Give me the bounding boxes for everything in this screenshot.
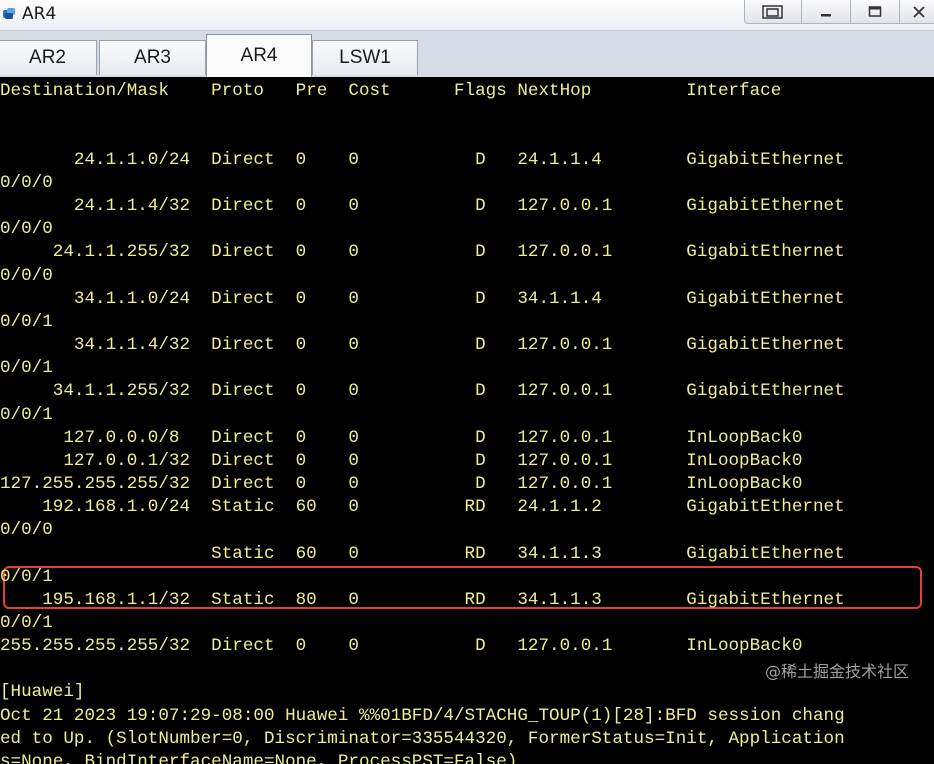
watermark: @稀土掘金技术社区 [765,662,910,681]
terminal-line: 34.1.1.255/32 Direct 0 0 D 127.0.0.1 Gig… [0,381,845,401]
minimize-button[interactable] [801,0,851,24]
close-icon [913,5,925,18]
terminal-line: 0/0/0 [0,219,53,239]
tab-lsw1[interactable]: LSW1 [312,40,418,75]
terminal-line: 24.1.1.4/32 Direct 0 0 D 127.0.0.1 Gigab… [0,196,845,216]
terminal-line: 0/0/1 [0,405,53,425]
window-title: AR4 [22,4,57,24]
terminal-line: 0/0/1 [0,358,53,378]
restore-icon [762,4,783,19]
terminal-line: 0/0/1 [0,567,53,587]
terminal-line: Static 60 0 RD 34.1.1.3 GigabitEthernet [0,544,845,564]
terminal-line: 255.255.255.255/32 Direct 0 0 D 127.0.0.… [0,636,803,656]
terminal-line: 34.1.1.0/24 Direct 0 0 D 34.1.1.4 Gigabi… [0,289,845,309]
terminal-line: 127.0.0.0/8 Direct 0 0 D 127.0.0.1 InLoo… [0,428,803,448]
terminal-line: ed to Up. (SlotNumber=0, Discriminator=3… [0,729,845,749]
device-tab-strip: AR2 AR3 AR4 LSW1 [0,31,934,77]
terminal-line: 0/0/1 [0,312,53,332]
minimize-icon [821,13,831,16]
terminal-line: 0/0/0 [0,266,53,286]
terminal-line: 24.1.1.0/24 Direct 0 0 D 24.1.1.4 Gigabi… [0,150,845,170]
terminal-line: s=None, BindInterfaceName=None, ProcessP… [0,752,518,764]
terminal-line: [Huawei] [0,682,85,702]
title-bar: AR4 [0,0,934,31]
terminal-line: 192.168.1.0/24 Static 60 0 RD 24.1.1.2 G… [0,497,845,517]
tab-ar3[interactable]: AR3 [99,40,206,75]
terminal-line: 0/0/1 [0,613,53,633]
maximize-icon [868,5,882,17]
terminal-line: 24.1.1.255/32 Direct 0 0 D 127.0.0.1 Gig… [0,242,845,262]
tab-ar2[interactable]: AR2 [0,40,97,75]
terminal-line: 0/0/0 [0,173,53,193]
restore-button[interactable] [744,0,802,24]
terminal-line: 0/0/0 [0,520,53,540]
terminal-line: 195.168.1.1/32 Static 80 0 RD 34.1.1.3 G… [0,590,845,610]
terminal-line: 127.255.255.255/32 Direct 0 0 D 127.0.0.… [0,474,803,494]
terminal-line: 34.1.1.4/32 Direct 0 0 D 127.0.0.1 Gigab… [0,335,845,355]
terminal-line: 127.0.0.1/32 Direct 0 0 D 127.0.0.1 InLo… [0,451,803,471]
tab-ar4[interactable]: AR4 [206,34,312,77]
maximize-button[interactable] [850,0,900,24]
terminal-line: Oct 21 2023 19:07:29-08:00 Huawei %%01BF… [0,706,845,726]
close-button[interactable] [899,0,934,24]
terminal-line: Destination/Mask Proto Pre Cost Flags Ne… [0,81,782,101]
ensp-device-icon [3,8,15,19]
